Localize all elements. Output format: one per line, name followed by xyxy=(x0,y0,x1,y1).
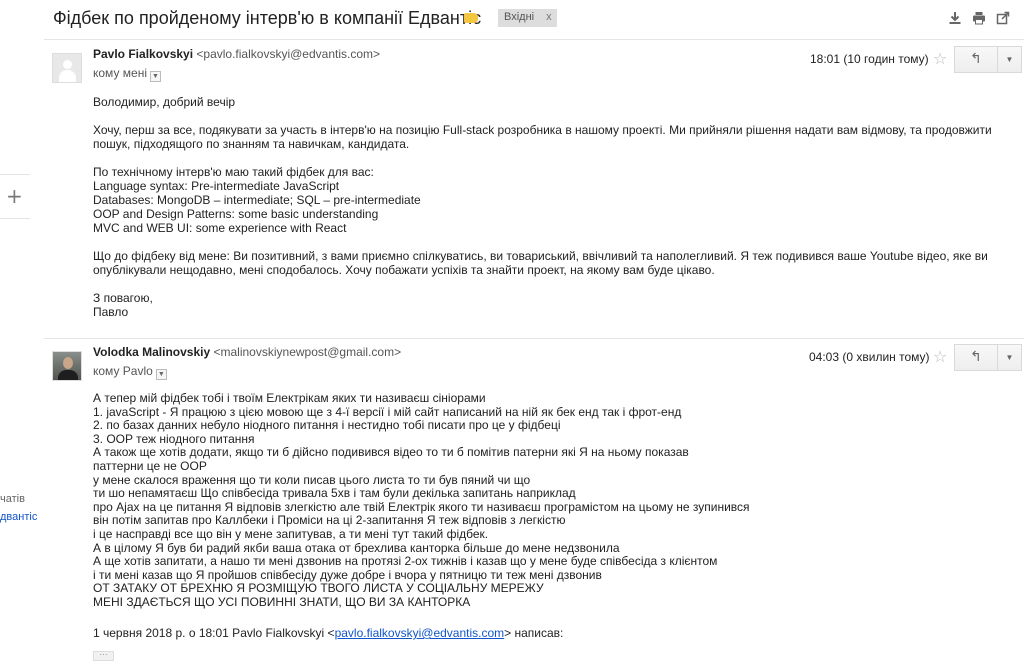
message-header[interactable]: Pavlo Fialkovskyi <pavlo.fialkovskyi@edv… xyxy=(44,41,1024,91)
body-line: Databases: MongoDB – intermediate; SQL –… xyxy=(93,193,421,207)
rail-divider xyxy=(0,218,30,219)
body-line: про Ajax на це питання Я відповів злегкі… xyxy=(93,499,750,514)
sender-email: <malinovskiynewpost@gmail.com> xyxy=(213,345,402,359)
quote-attribution: 1 червня 2018 р. о 18:01 Pavlo Fialkovsk… xyxy=(93,626,563,640)
popout-icon[interactable] xyxy=(996,11,1010,25)
body-line: Що до фідбеку від мене: Ви позитивний, з… xyxy=(93,249,988,263)
left-rail: + чатів двантіс xyxy=(0,0,37,671)
thread-toolbar xyxy=(948,11,1010,25)
show-trimmed-content-button[interactable]: ··· xyxy=(93,651,114,661)
body-line: Language syntax: Pre-intermediate JavaSc… xyxy=(93,179,340,193)
details-dropdown-icon[interactable]: ▼ xyxy=(150,71,161,82)
download-icon[interactable] xyxy=(948,11,962,25)
recipient-line: кому мені ▼ xyxy=(93,66,161,82)
chevron-down-icon: ▼ xyxy=(1005,353,1014,362)
thread-subject: Фідбек по пройденому інтерв'ю в компанії… xyxy=(53,8,482,28)
body-line: По технічному інтерв'ю маю такий фідбек … xyxy=(93,165,374,179)
more-actions-button[interactable]: ▼ xyxy=(998,344,1022,371)
body-line: він потім запитав про Каллбеки і Проміси… xyxy=(93,513,566,528)
sender[interactable]: Pavlo Fialkovskyi <pavlo.fialkovskyi@edv… xyxy=(93,47,380,61)
recipient-line: кому Pavlo ▼ xyxy=(93,364,167,380)
avatar xyxy=(52,53,82,83)
reply-actions: ↰ ▼ xyxy=(954,344,1022,371)
body-line: OOP and Design Patterns: some basic unde… xyxy=(93,207,379,221)
rail-chat-label[interactable]: чатів xyxy=(0,493,25,505)
body-line: опублікували нещодавно, мені сподобалось… xyxy=(93,263,715,277)
body-line: 2. по базах данних небуло ніодного питан… xyxy=(93,418,561,433)
quote-prefix: 1 червня 2018 р. о 18:01 Pavlo Fialkovsk… xyxy=(93,626,335,640)
sender-name: Pavlo Fialkovskyi xyxy=(93,47,194,61)
body-line: Хочу, перш за все, подякувати за участь … xyxy=(93,123,992,137)
body-line: у мене скалося враження що ти коли писав… xyxy=(93,472,531,487)
body-line: А тепер мій фідбек тобі і твоїм Електрік… xyxy=(93,391,486,405)
body-line: і це насправді все що він у мене запитув… xyxy=(93,526,489,541)
body-line: і ти мені казав що Я пройшов співбесіду … xyxy=(93,567,602,582)
recipient-label: кому Pavlo xyxy=(93,364,153,378)
more-actions-button[interactable]: ▼ xyxy=(998,46,1022,73)
body-line: 1. javaScript - Я працюю з цією мовою ще… xyxy=(93,404,682,419)
star-icon[interactable]: ☆ xyxy=(933,49,947,68)
rail-chat-link[interactable]: двантіс xyxy=(0,511,37,523)
body-line: З повагою, xyxy=(93,291,153,305)
message-body: Володимир, добрий вечір Хочу, перш за вс… xyxy=(93,95,1013,319)
message-body: А тепер мій фідбек тобі і твоїм Електрік… xyxy=(93,391,1013,610)
reply-icon: ↰ xyxy=(970,349,982,365)
star-icon[interactable]: ☆ xyxy=(933,347,947,366)
sender-name: Volodka Malinovskiy xyxy=(93,345,211,359)
details-dropdown-icon[interactable]: ▼ xyxy=(155,369,167,380)
body-line: MVC and WEB UI: some experience with Rea… xyxy=(93,221,347,235)
body-line: ти шо непамятаєш Що співбесіда тривала 5… xyxy=(93,486,576,501)
recipient-label: кому мені xyxy=(93,66,147,80)
sender[interactable]: Volodka Malinovskiy <malinovskiynewpost@… xyxy=(93,345,401,359)
chevron-down-icon: ▼ xyxy=(1005,55,1014,64)
reply-icon: ↰ xyxy=(970,51,982,67)
add-icon[interactable]: + xyxy=(6,186,23,206)
quote-email-link[interactable]: pavlo.fialkovskyi@edvantis.com xyxy=(335,626,505,640)
body-line: А ще хотів запитати, а нашо ти мені дзво… xyxy=(93,554,718,569)
body-line: паттерни це не OOP xyxy=(93,458,207,473)
print-icon[interactable] xyxy=(972,11,986,25)
body-line: ОТ ЗАТАКУ ОТ БРЕХНЮ Я РОЗМІЩУЮ ТВОГО ЛИС… xyxy=(93,581,544,596)
reply-button[interactable]: ↰ xyxy=(954,344,998,371)
subject-bar: Фідбек по пройденому інтерв'ю в компанії… xyxy=(44,0,1024,40)
remove-label-icon[interactable]: x xyxy=(546,11,552,23)
body-line: А в цілому Я був би радий якби ваша отак… xyxy=(93,540,620,555)
quote-suffix: > написав: xyxy=(504,626,564,640)
body-line: пошук, підходящого по знанням та навичка… xyxy=(93,137,410,151)
reply-button[interactable]: ↰ xyxy=(954,46,998,73)
inbox-label-chip[interactable]: Вхідні x xyxy=(498,9,557,27)
message-header[interactable]: Volodka Malinovskiy <malinovskiynewpost@… xyxy=(44,339,1024,389)
body-line: Володимир, добрий вечір xyxy=(93,95,236,109)
body-line: А також ще хотів додати, якщо ти б дійсн… xyxy=(93,445,689,460)
body-line: 3. OOP теж ніодного питання xyxy=(93,431,255,446)
sender-email: <pavlo.fialkovskyi@edvantis.com> xyxy=(196,47,381,61)
avatar xyxy=(52,351,82,381)
body-line: МЕНІ ЗДАЄТЬСЯ ЩО УСІ ПОВИННІ ЗНАТИ, ЩО В… xyxy=(93,594,471,609)
rail-divider xyxy=(0,174,30,175)
label-tag-icon[interactable] xyxy=(464,13,478,23)
body-line: Павло xyxy=(93,305,129,319)
inbox-label-text: Вхідні xyxy=(504,11,535,23)
reply-actions: ↰ ▼ xyxy=(954,46,1022,73)
message-time: 04:03 (0 хвилин тому) xyxy=(809,350,930,364)
message-time: 18:01 (10 годин тому) xyxy=(810,52,929,66)
